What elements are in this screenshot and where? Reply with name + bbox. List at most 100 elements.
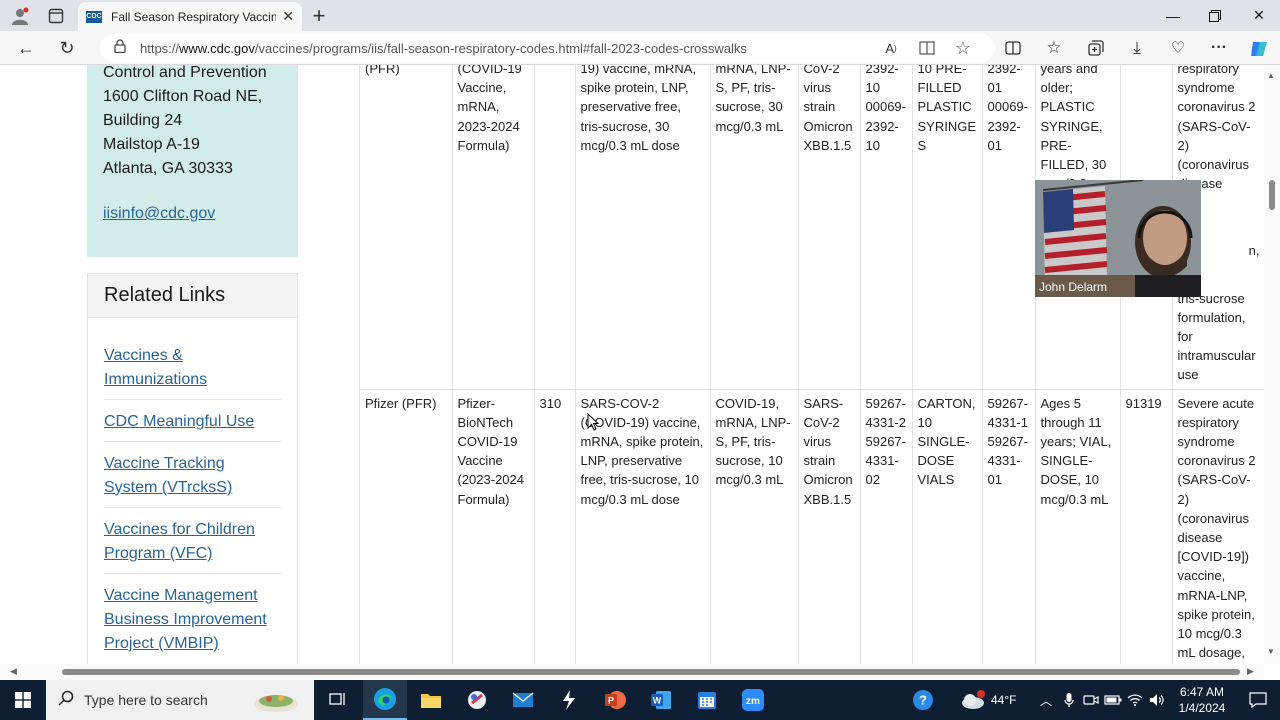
search-placeholder: Type here to search	[84, 692, 208, 708]
related-links-heading: Related Links	[88, 274, 297, 318]
svg-text:?: ?	[919, 693, 927, 708]
related-link[interactable]: Vaccines for Children Program (VFC)	[104, 518, 281, 566]
volume-icon[interactable]	[1146, 680, 1168, 720]
scroll-left-arrow-icon[interactable]: ◀	[10, 666, 17, 677]
vertical-scroll-thumb[interactable]	[1269, 180, 1275, 210]
collections-icon[interactable]	[1085, 37, 1107, 59]
downloads-icon[interactable]: ⤓	[1126, 37, 1148, 59]
vertical-scrollbar[interactable]: ▲ ▼	[1264, 65, 1280, 664]
related-link-item: Vaccine Management Business Improvement …	[104, 574, 281, 663]
tab-title: Fall Season Respiratory Vaccine C	[111, 9, 277, 24]
table-cell-short-description: mRNA, LNP-S, PF, tris-sucrose, 30 mcg/0.…	[710, 65, 799, 390]
notifications-icon[interactable]	[1236, 680, 1280, 720]
contact-email-link[interactable]: iisinfo@cdc.gov	[103, 205, 282, 223]
weather-icon[interactable]	[955, 680, 991, 720]
edge-taskbar-icon[interactable]	[363, 680, 407, 720]
related-link-item: CDC Meaningful Use	[104, 400, 281, 442]
tab-active[interactable]: CDC Fall Season Respiratory Vaccine C ✕	[78, 2, 302, 31]
immersive-reader-icon[interactable]	[916, 37, 938, 59]
help-icon[interactable]: ?	[901, 680, 945, 720]
show-hidden-icons-icon[interactable]: ︿	[1034, 680, 1058, 720]
restore-icon[interactable]	[1192, 0, 1238, 31]
video-participant-name: John Delarm	[1039, 280, 1108, 294]
web-page: Control and Prevention 1600 Clifton Road…	[0, 65, 1264, 664]
browser-essentials-icon[interactable]: ♡	[1167, 37, 1189, 59]
toolbar: ← ↻ https://www.cdc.gov/vaccines/program…	[0, 31, 1280, 65]
search-icon	[58, 690, 74, 711]
snipping-tool-icon[interactable]	[455, 680, 499, 720]
powerpoint-icon[interactable]: P	[593, 680, 637, 720]
profile-icon[interactable]	[8, 4, 32, 28]
table-cell-manufacturer: (PFR)	[360, 65, 453, 390]
tab-actions-icon[interactable]	[44, 4, 68, 28]
scroll-right-arrow-icon[interactable]: ▶	[1247, 666, 1254, 677]
table-cell-package: CARTON, 10 SINGLE-DOSE VIALS	[912, 389, 983, 664]
table-cell-manufacturer: Pfizer (PFR)	[360, 389, 453, 664]
microphone-icon[interactable]	[1058, 680, 1080, 720]
power-automate-icon[interactable]	[547, 680, 591, 720]
address-bar[interactable]: https://www.cdc.gov/vaccines/programs/ii…	[100, 34, 995, 62]
table-cell-age: Ages 5 through 11 years; VIAL, SINGLE-DO…	[1035, 389, 1121, 664]
taskbar-clock[interactable]: 6:47 AM 1/4/2024	[1174, 684, 1230, 716]
read-aloud-icon[interactable]: A)	[880, 37, 902, 59]
related-link[interactable]: CDC Meaningful Use	[104, 410, 281, 434]
close-tab-icon[interactable]: ✕	[282, 8, 294, 25]
cdc-favicon-icon: CDC	[86, 10, 102, 23]
copilot-icon[interactable]	[1247, 37, 1271, 61]
table-cell-cpt-description: Severe acute respiratory syndrome corona…	[1172, 389, 1264, 664]
scroll-down-arrow-icon[interactable]: ▼	[1267, 647, 1275, 656]
close-window-icon[interactable]: ✕	[1236, 0, 1280, 31]
table-cell-package: 10 PRE-FILLED PLASTIC SYRINGES	[912, 65, 983, 390]
table-cell-strain: CoV-2 virus strain Omicron XBB.1.5	[798, 65, 861, 390]
table-cell-cvx	[534, 65, 576, 390]
more-menu-icon[interactable]: ···	[1208, 37, 1230, 59]
related-link[interactable]: Vaccine Tracking System (VTrcksS)	[104, 452, 281, 500]
file-explorer-icon[interactable]	[409, 680, 453, 720]
codes-crosswalk-table: (PFR) (COVID-19 Vaccine, mRNA, 2023-2024…	[359, 65, 1264, 664]
favorites-icon[interactable]: ☆	[1043, 37, 1065, 59]
scroll-up-arrow-icon[interactable]: ▲	[1267, 71, 1275, 80]
table-cell-ndc-unit-use: 2392-10 00069-2392-10	[860, 65, 913, 390]
split-screen-icon[interactable]	[1002, 37, 1024, 59]
table-cell-ndc-unit-use: 59267-4331-2 59267-4331-02	[860, 389, 913, 664]
meet-now-icon[interactable]	[1080, 680, 1102, 720]
video-call-thumbnail[interactable]: John Delarm	[1035, 180, 1201, 297]
url-text[interactable]: https://www.cdc.gov/vaccines/programs/ii…	[140, 41, 747, 56]
table-cell-cvx-description: 19) vaccine, mRNA, spike protein, LNP, p…	[575, 65, 711, 390]
tab-bar: CDC Fall Season Respiratory Vaccine C ✕ …	[0, 0, 1280, 31]
related-links-panel: Related Links Vaccines & Immunizations C…	[87, 273, 298, 664]
favorite-star-icon[interactable]: ☆	[952, 37, 974, 59]
svg-text:W: W	[653, 696, 662, 706]
refresh-icon[interactable]: ↻	[55, 36, 79, 60]
horizontal-scrollbar[interactable]: ◀ ▶	[0, 664, 1264, 680]
table-cell-cpt: 91319	[1120, 389, 1173, 664]
zoom-icon[interactable]: zm	[731, 680, 775, 720]
back-icon[interactable]: ←	[14, 36, 38, 60]
wifi-icon[interactable]	[1124, 680, 1146, 720]
contact-line: Atlanta, GA 30333	[103, 160, 233, 177]
clock-date: 1/4/2024	[1178, 701, 1226, 715]
battery-icon[interactable]	[1102, 680, 1124, 720]
taskbar-search-box[interactable]: Type here to search	[46, 680, 314, 720]
calendar-icon[interactable]	[685, 680, 729, 720]
task-view-icon[interactable]	[316, 680, 360, 720]
svg-text:zm: zm	[746, 696, 760, 707]
windows-start-icon[interactable]	[0, 680, 46, 720]
weather-temperature[interactable]: 44°F	[991, 680, 1016, 720]
word-icon[interactable]: W	[639, 680, 683, 720]
related-link[interactable]: Vaccines & Immunizations	[104, 344, 281, 392]
table-cell-cvx: 310	[534, 389, 576, 664]
mail-icon[interactable]	[501, 680, 545, 720]
contact-line: Building 24	[103, 112, 183, 129]
minimize-icon[interactable]: —	[1150, 0, 1196, 31]
table-cell-ndc-unit-sale: 2392-01 00069-2392-01	[982, 65, 1036, 390]
contact-box: Control and Prevention 1600 Clifton Road…	[87, 65, 298, 257]
table-row: Pfizer (PFR) Pfizer-BioNTech COVID-19 Va…	[360, 389, 1264, 664]
windows-taskbar: Type here to search P W zm ? 44°F ︿ 6:47…	[0, 680, 1280, 720]
horizontal-scroll-thumb[interactable]	[62, 669, 1240, 675]
related-link[interactable]: Vaccine Management Business Improvement …	[104, 584, 281, 656]
table-cell-vaccine: Pfizer-BioNTech COVID-19 Vaccine (2023-2…	[452, 389, 535, 664]
lock-icon[interactable]	[114, 38, 126, 58]
cpt-description-fragment: tris-sucrose formulation, for intramuscu…	[1177, 290, 1256, 383]
new-tab-icon[interactable]: +	[306, 3, 332, 29]
